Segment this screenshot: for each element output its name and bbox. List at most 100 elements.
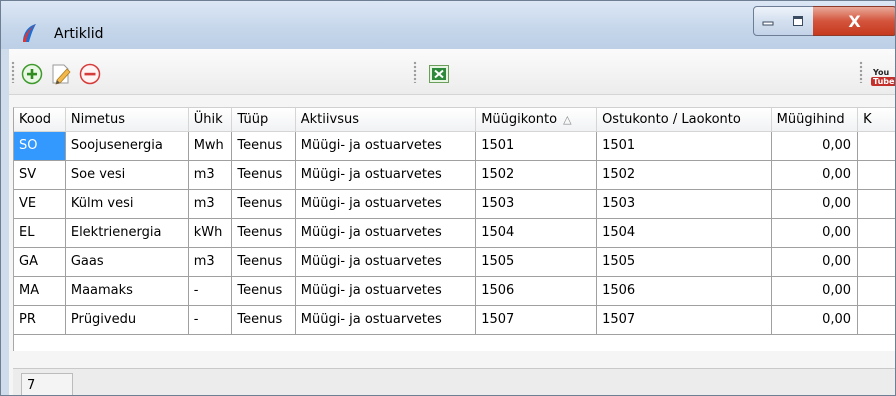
cell-nimetus[interactable]: Maamaks [65,276,189,306]
cell-ostukonto[interactable]: 1506 [596,276,772,306]
cell-muugihind[interactable]: 0,00 [771,189,859,219]
cell-ostukonto[interactable]: 1505 [596,247,772,277]
close-button[interactable]: X [813,6,895,36]
cell-kood[interactable]: GA [14,247,66,277]
cell-aktiivsus[interactable]: Müügi- ja ostuarvetes [295,247,477,277]
cell-muugikonto[interactable]: 1506 [475,276,598,306]
cell-nimetus[interactable]: Soe vesi [65,160,189,190]
cell-nimetus[interactable]: Soojusenergia [65,131,189,161]
column-header-nimetus[interactable]: Nimetus [65,108,189,132]
cell-kood[interactable]: PR [14,305,66,335]
cell-muugihind[interactable]: 0,00 [771,131,859,161]
articles-table: Kood Nimetus Ühik Tüüp Aktiivsus Müügiko… [13,107,895,351]
cell-muugikonto[interactable]: 1507 [475,305,598,335]
add-icon[interactable] [21,63,43,85]
window-title: Artiklid [54,26,104,42]
cell-muugikonto[interactable]: 1501 [475,131,598,161]
cell-k[interactable] [857,276,895,306]
cell-nimetus[interactable]: Elektrienergia [65,218,189,248]
title-bar[interactable]: Artiklid X [1,1,895,49]
cell-uhik[interactable]: Mwh [188,131,233,161]
cell-tuup[interactable]: Teenus [231,305,296,335]
cell-nimetus[interactable]: Gaas [65,247,189,277]
cell-k[interactable] [857,160,895,190]
cell-kood[interactable]: MA [14,276,66,306]
column-header-uhik[interactable]: Ühik [188,108,233,132]
cell-muugihind[interactable]: 0,00 [771,218,859,248]
cell-k[interactable] [857,247,895,277]
cell-aktiivsus[interactable]: Müügi- ja ostuarvetes [295,276,477,306]
column-header-aktiivsus[interactable]: Aktiivsus [295,108,477,132]
cell-k[interactable] [857,189,895,219]
cell-muugikonto[interactable]: 1504 [475,218,598,248]
cell-muugikonto[interactable]: 1505 [475,247,598,277]
remove-icon[interactable] [79,63,101,85]
cell-tuup[interactable]: Teenus [231,189,296,219]
cell-tuup[interactable]: Teenus [231,218,296,248]
column-header-k[interactable]: K [857,108,895,132]
cell-uhik[interactable]: m3 [188,160,233,190]
cell-k[interactable] [857,218,895,248]
cell-aktiivsus[interactable]: Müügi- ja ostuarvetes [295,305,477,335]
toolbar-grip-icon[interactable] [859,61,863,83]
cell-muugikonto[interactable]: 1502 [475,160,598,190]
sort-ascending-icon: △ [563,112,572,126]
table-row[interactable]: PR Prügivedu - Teenus Müügi- ja ostuarvetes 1… [14,305,895,335]
maximize-icon [792,16,803,26]
cell-nimetus[interactable]: Külm vesi [65,189,189,219]
edit-icon[interactable] [50,63,72,85]
cell-muugikonto[interactable]: 1503 [475,189,598,219]
table-row[interactable]: GA Gaas m3 Teenus Müügi- ja ostuarvetes 1505 1… [14,247,895,277]
cell-tuup[interactable]: Teenus [231,276,296,306]
youtube-icon[interactable]: You Tube [871,68,895,90]
cell-muugihind[interactable]: 0,00 [771,305,859,335]
cell-tuup[interactable]: Teenus [231,131,296,161]
cell-ostukonto[interactable]: 1507 [596,305,772,335]
cell-muugihind[interactable]: 0,00 [771,160,859,190]
cell-muugihind[interactable]: 0,00 [771,247,859,277]
cell-aktiivsus[interactable]: Müügi- ja ostuarvetes [295,218,477,248]
cell-ostukonto[interactable]: 1502 [596,160,772,190]
cell-aktiivsus[interactable]: Müügi- ja ostuarvetes [295,160,477,190]
cell-aktiivsus[interactable]: Müügi- ja ostuarvetes [295,189,477,219]
column-header-ostukonto[interactable]: Ostukonto / Laokonto [596,108,772,132]
maximize-button[interactable] [782,6,814,36]
toolbar-grip-icon[interactable] [413,61,417,83]
cell-uhik[interactable]: m3 [188,247,233,277]
column-header-muugikonto[interactable]: Müügikonto △ [475,108,598,132]
cell-uhik[interactable]: - [188,305,233,335]
column-header-muugihind[interactable]: Müügihind [771,108,859,132]
cell-k[interactable] [857,131,895,161]
cell-k[interactable] [857,305,895,335]
column-header-muugikonto-label: Müügikonto [481,111,558,127]
cell-kood[interactable]: SV [14,160,66,190]
table-body: SO Soojusenergia Mwh Teenus Müügi- ja ostuar… [14,131,895,335]
articles-grid: Kood Nimetus Ühik Tüüp Aktiivsus Müügiko… [14,108,895,335]
cell-kood[interactable]: EL [14,218,66,248]
table-row[interactable]: EL Elektrienergia kWh Teenus Müügi- ja ostua… [14,218,895,248]
cell-kood[interactable]: VE [14,189,66,219]
cell-ostukonto[interactable]: 1504 [596,218,772,248]
cell-tuup[interactable]: Teenus [231,247,296,277]
table-row[interactable]: SO Soojusenergia Mwh Teenus Müügi- ja ostuar… [14,131,895,161]
cell-ostukonto[interactable]: 1501 [596,131,772,161]
cell-kood[interactable]: SO [14,131,66,161]
minimize-button[interactable] [753,6,783,36]
cell-muugihind[interactable]: 0,00 [771,276,859,306]
table-row[interactable]: VE Külm vesi m3 Teenus Müügi- ja ostuarvetes… [14,189,895,219]
toolbar-grip-icon[interactable] [11,61,15,83]
cell-tuup[interactable]: Teenus [231,160,296,190]
articles-window: Artiklid X You Tube Kood Nimetus Ühik Tü… [0,0,896,396]
table-row[interactable]: MA Maamaks - Teenus Müügi- ja ostuarvetes 150… [14,276,895,306]
cell-ostukonto[interactable]: 1503 [596,189,772,219]
table-row[interactable]: SV Soe vesi m3 Teenus Müügi- ja ostuarvetes 1… [14,160,895,190]
column-header-kood[interactable]: Kood [14,108,66,132]
cell-uhik[interactable]: - [188,276,233,306]
cell-uhik[interactable]: m3 [188,189,233,219]
cell-aktiivsus[interactable]: Müügi- ja ostuarvetes [295,131,477,161]
excel-export-icon[interactable] [428,63,450,85]
cell-uhik[interactable]: kWh [188,218,233,248]
column-header-tuup[interactable]: Tüüp [231,108,296,132]
cell-nimetus[interactable]: Prügivedu [65,305,189,335]
row-count: 7 [21,373,73,395]
